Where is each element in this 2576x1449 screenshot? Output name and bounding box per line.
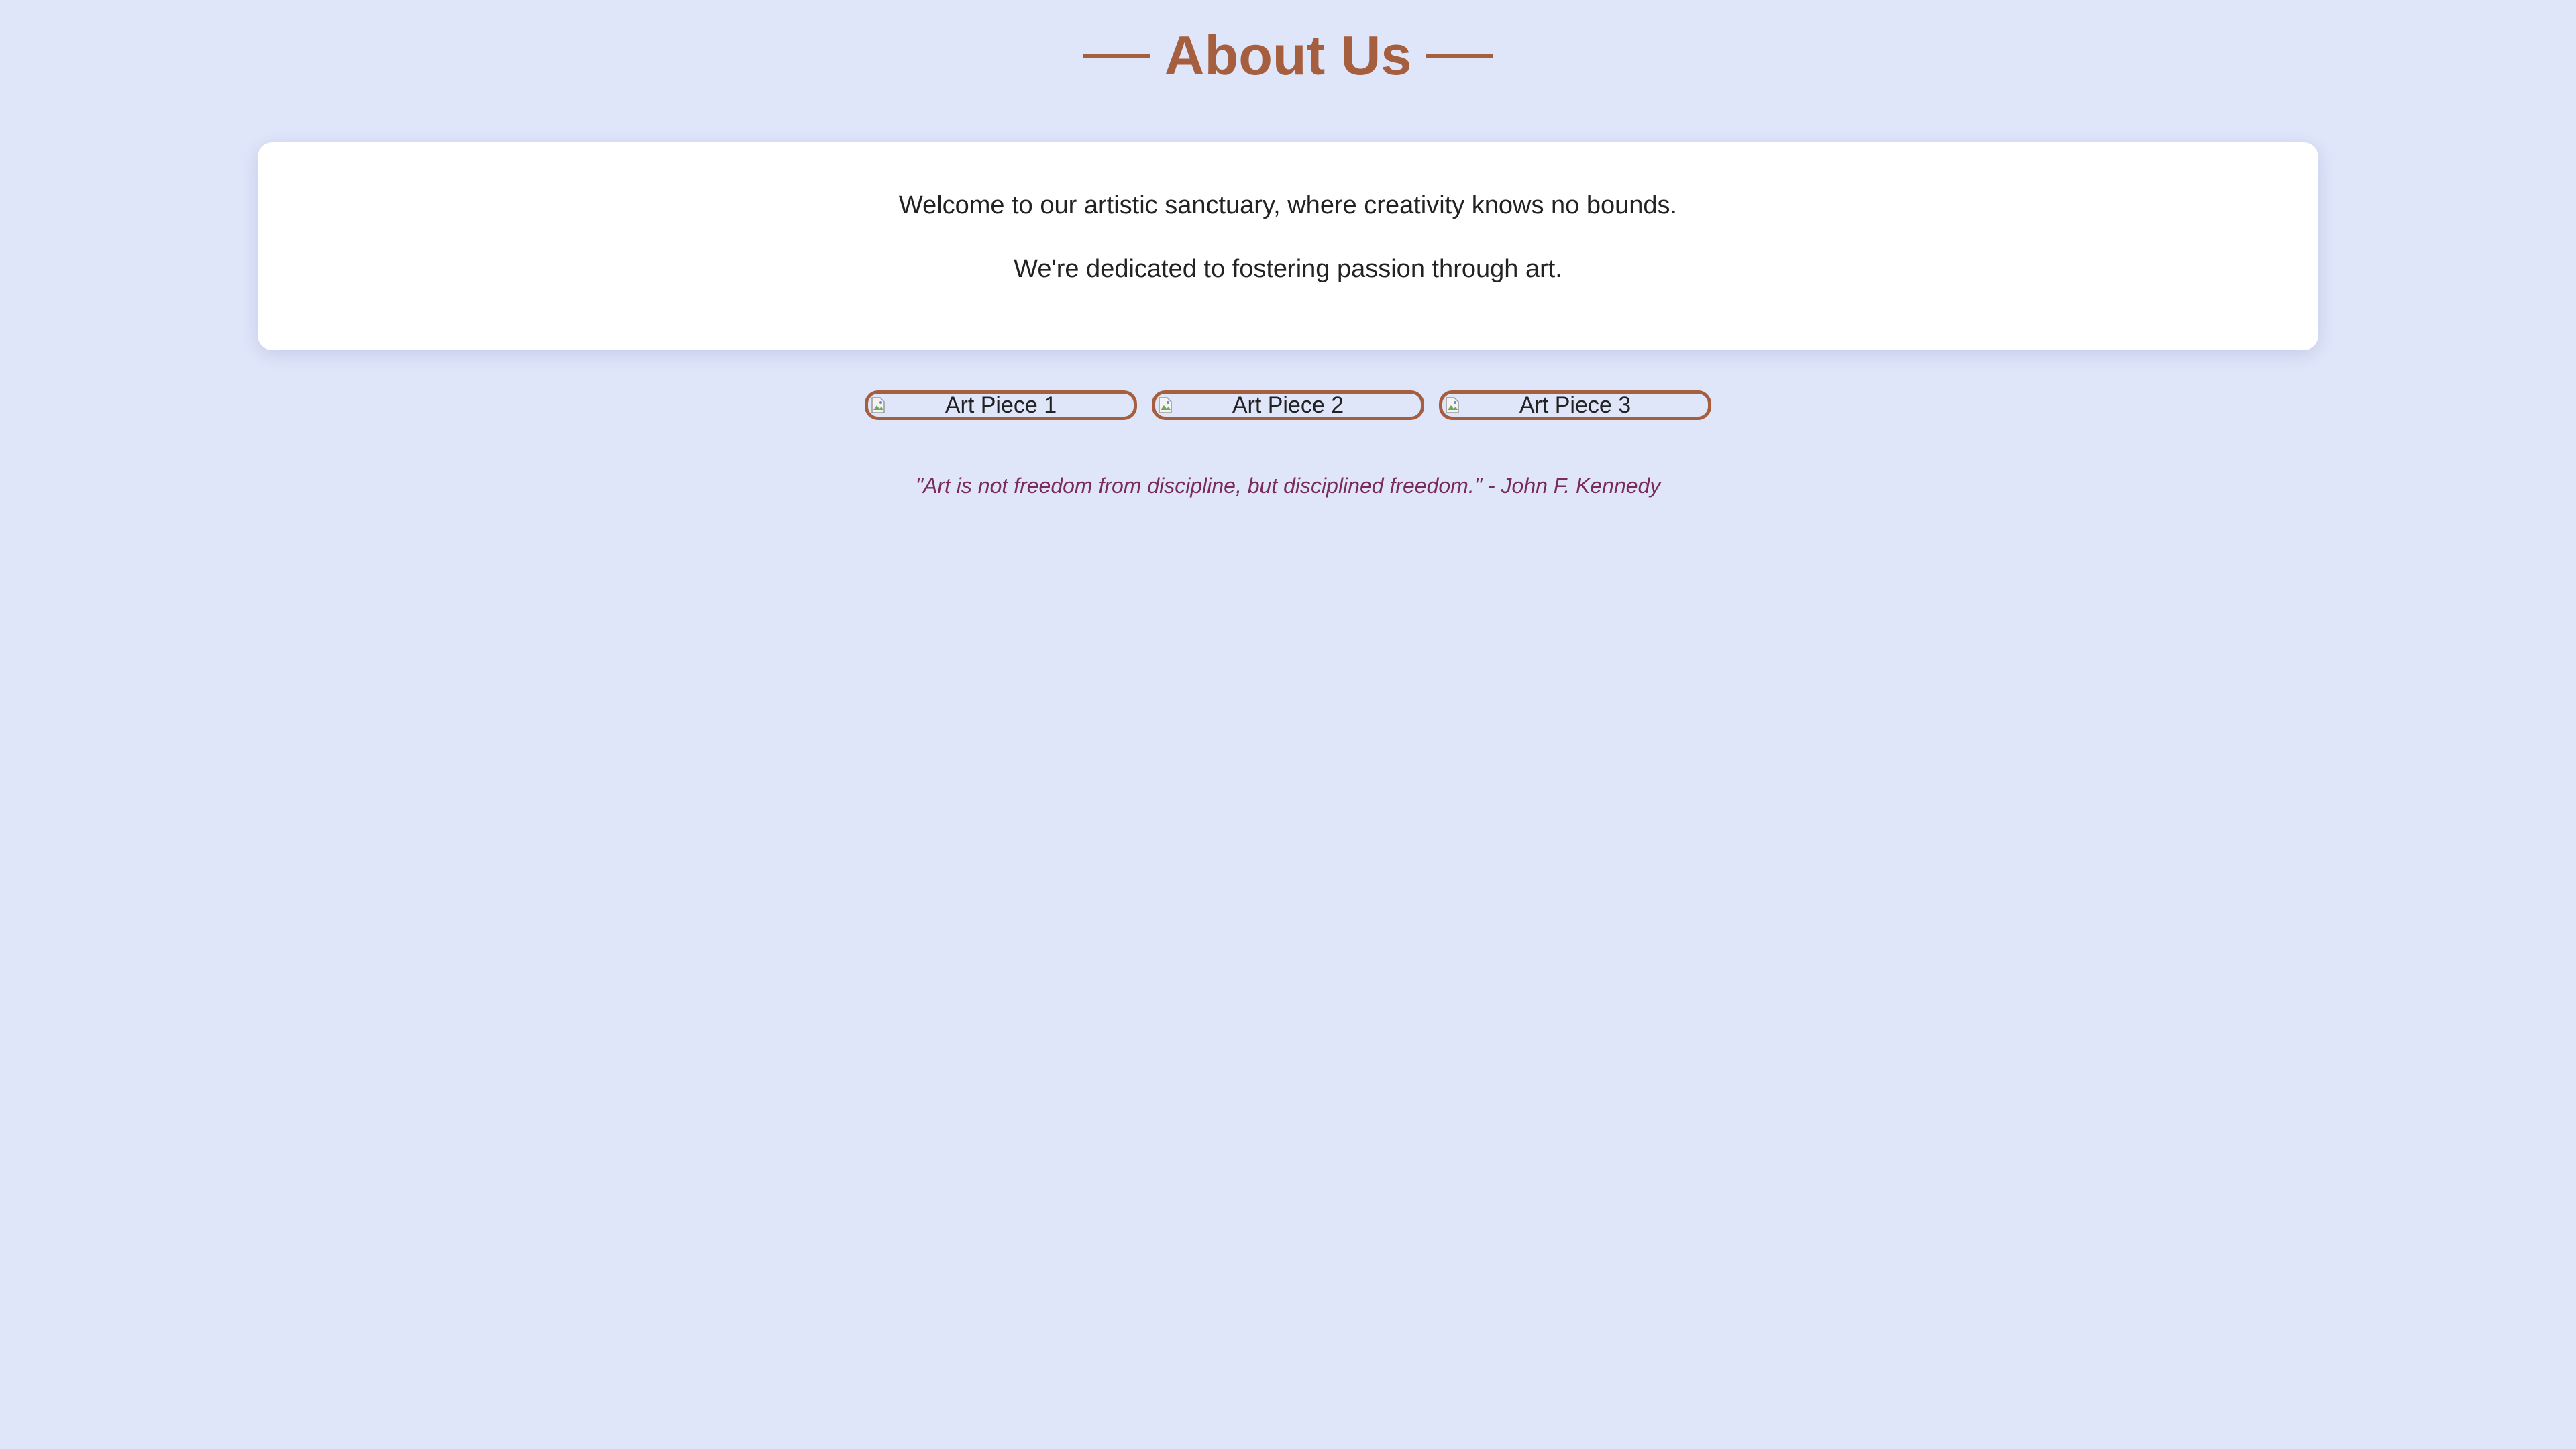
intro-paragraph-dedication: We're dedicated to fostering passion thr… [1014, 255, 1562, 283]
intro-paragraph-welcome: Welcome to our artistic sanctuary, where… [898, 191, 1678, 219]
art-piece-alt-text: Art Piece 2 [1232, 392, 1344, 418]
page-header: About Us [0, 19, 2576, 93]
broken-image-icon [1446, 397, 1459, 413]
art-piece-3[interactable]: Art Piece 3 [1439, 390, 1711, 420]
art-piece-alt-text: Art Piece 1 [945, 392, 1057, 418]
intro-card: Welcome to our artistic sanctuary, where… [258, 142, 2318, 350]
title-right-dash [1426, 53, 1494, 58]
art-gallery: Art Piece 1 Art Piece 2 Art Piece 3 [0, 390, 2576, 420]
broken-image-icon [1159, 397, 1172, 413]
page-title: About Us [1164, 24, 1412, 87]
art-piece-1[interactable]: Art Piece 1 [865, 390, 1137, 420]
quote-text: "Art is not freedom from discipline, but… [915, 474, 1661, 498]
art-piece-alt-text: Art Piece 3 [1519, 392, 1631, 418]
title-left-dash [1082, 53, 1150, 58]
broken-image-icon [871, 397, 885, 413]
art-piece-2[interactable]: Art Piece 2 [1152, 390, 1424, 420]
